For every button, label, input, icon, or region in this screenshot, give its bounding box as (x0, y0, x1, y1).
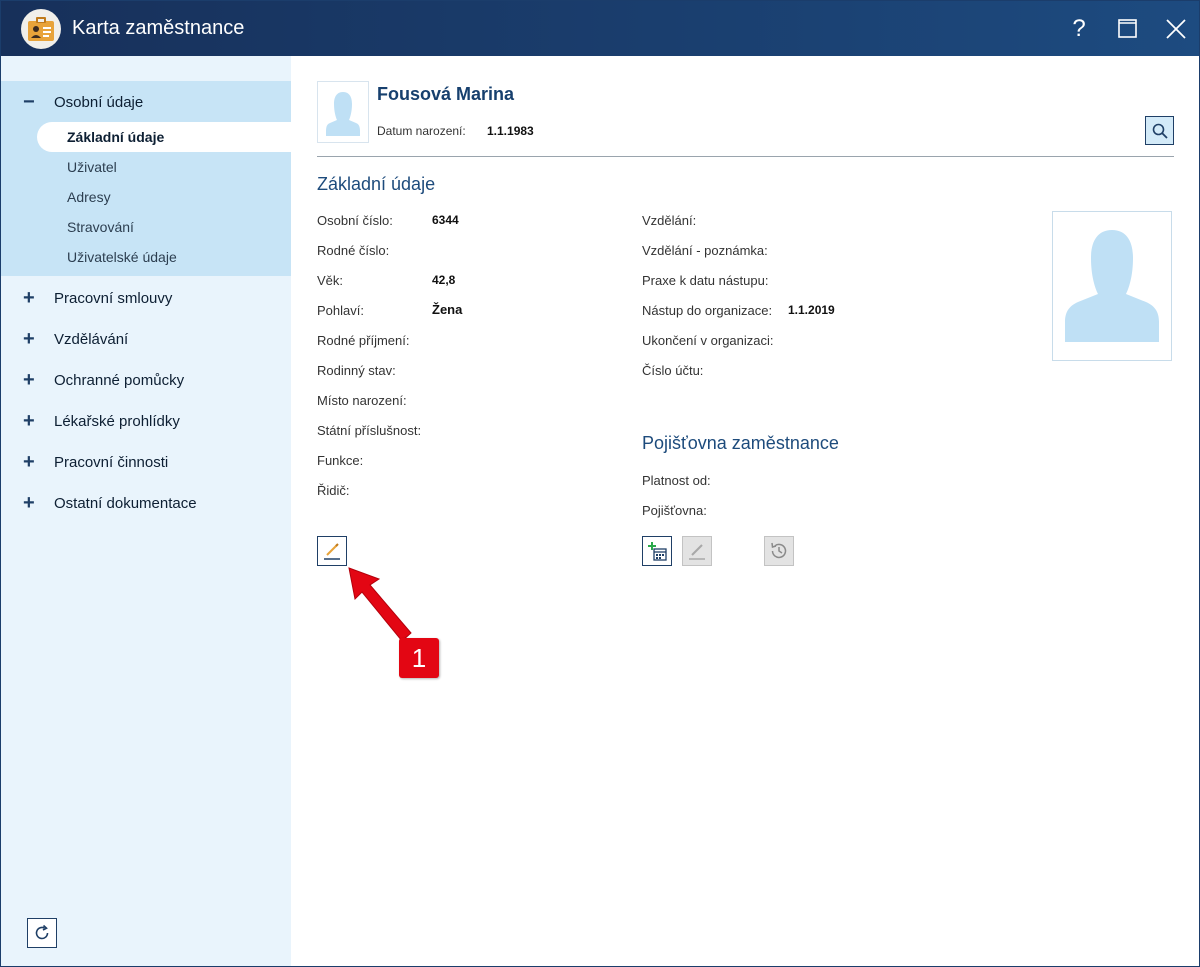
sidebar-item-addresses[interactable]: Adresy (1, 182, 291, 212)
employee-photo (1052, 211, 1172, 361)
field-label: Ukončení v organizaci: (642, 333, 774, 348)
sidebar-section-personal[interactable]: − Osobní údaje (1, 87, 291, 117)
sidebar-section-label: Lékařské prohlídky (54, 412, 180, 430)
expand-icon: + (23, 492, 35, 514)
field-label: Státní příslušnost: (317, 423, 422, 438)
add-insurance-button[interactable] (642, 536, 672, 566)
header-divider (317, 156, 1174, 157)
annotation-callout-badge: 1 (399, 638, 439, 678)
sidebar-section-label: Ochranné pomůcky (54, 371, 185, 389)
sidebar-section-education[interactable]: + Vzdělávání (1, 324, 291, 354)
field-label: Pojišťovna: (642, 503, 707, 518)
maximize-button[interactable] (1109, 11, 1145, 47)
insurance-title: Pojišťovna zaměstnance (642, 433, 839, 453)
birth-date-label: Datum narození: (377, 124, 466, 138)
sidebar-section-label: Pracovní činnosti (54, 453, 169, 471)
edit-insurance-button[interactable] (682, 536, 712, 566)
sidebar-section-contracts[interactable]: + Pracovní smlouvy (1, 283, 291, 313)
birth-date-value: 1.1.1983 (487, 124, 534, 138)
sidebar-item-user[interactable]: Uživatel (1, 152, 291, 182)
sidebar-section-label: Ostatní dokumentace (54, 494, 197, 512)
refresh-icon (35, 924, 49, 940)
field-label: Vzdělání - poznámka: (642, 243, 768, 258)
field-value: Žena (432, 302, 463, 317)
sidebar-section-work-activities[interactable]: + Pracovní činnosti (1, 447, 291, 477)
field-label: Rodné číslo: (317, 243, 390, 258)
calendar-add-icon (648, 542, 667, 561)
employee-badge-icon (21, 9, 61, 49)
sidebar: − Osobní údaje Základní údaje Uživatel A… (1, 56, 291, 966)
main-content: Fousová Marina Datum narození: 1.1.1983 … (291, 56, 1199, 966)
maximize-icon (1118, 19, 1137, 38)
field-value: 42,8 (432, 273, 456, 287)
field-label: Osobní číslo: (317, 213, 393, 228)
pencil-icon (324, 543, 340, 560)
field-label: Číslo účtu: (642, 363, 704, 378)
field-label: Vzdělání: (642, 213, 697, 228)
close-button[interactable] (1158, 11, 1194, 47)
field-label: Nástup do organizace: (642, 303, 773, 318)
sidebar-section-other-docs[interactable]: + Ostatní dokumentace (1, 488, 291, 518)
expand-icon: + (23, 410, 35, 432)
help-button[interactable]: ? (1061, 11, 1097, 47)
employee-name: Fousová Marina (377, 84, 515, 104)
expand-icon: + (23, 287, 35, 309)
sidebar-section-protective-gear[interactable]: + Ochranné pomůcky (1, 365, 291, 395)
edit-basic-info-button[interactable] (317, 536, 347, 566)
sidebar-item-user-data[interactable]: Uživatelské údaje (1, 242, 291, 272)
field-value: 1.1.2019 (788, 303, 835, 317)
employee-card-window: Karta zaměstnance ? − Osobní údaje Zákla… (0, 0, 1200, 967)
field-label: Věk: (317, 273, 344, 288)
search-icon (1152, 123, 1168, 139)
field-label: Rodné příjmení: (317, 333, 410, 348)
field-label: Rodinný stav: (317, 363, 396, 378)
sidebar-section-label: Vzdělávání (54, 330, 129, 348)
field-value: 6344 (432, 213, 459, 227)
field-label: Platnost od: (642, 473, 711, 488)
title-bar: Karta zaměstnance ? (1, 1, 1199, 56)
insurance-history-button[interactable] (764, 536, 794, 566)
collapse-icon: − (23, 91, 35, 113)
close-icon (1166, 19, 1186, 39)
person-silhouette-icon (326, 92, 360, 136)
expand-icon: + (23, 451, 35, 473)
person-silhouette-icon (1065, 230, 1159, 342)
search-button[interactable] (1145, 116, 1174, 145)
expand-icon: + (23, 369, 35, 391)
field-label: Řidič: (317, 483, 350, 498)
field-label: Funkce: (317, 453, 364, 468)
sidebar-item-meals[interactable]: Stravování (1, 212, 291, 242)
history-icon (771, 542, 787, 559)
field-label: Místo narození: (317, 393, 407, 408)
pencil-icon (689, 544, 705, 560)
avatar (317, 81, 369, 143)
sidebar-section-label: Osobní údaje (54, 93, 144, 111)
field-label: Praxe k datu nástupu: (642, 273, 769, 288)
sidebar-item-basic-info[interactable]: Základní údaje (37, 122, 291, 152)
basic-info-title: Základní údaje (317, 174, 436, 194)
sidebar-section-medical-checks[interactable]: + Lékařské prohlídky (1, 406, 291, 436)
field-label: Pohlaví: (317, 303, 364, 318)
expand-icon: + (23, 328, 35, 350)
refresh-button[interactable] (27, 918, 57, 948)
window-title: Karta zaměstnance (72, 17, 245, 39)
sidebar-section-label: Pracovní smlouvy (54, 289, 173, 307)
